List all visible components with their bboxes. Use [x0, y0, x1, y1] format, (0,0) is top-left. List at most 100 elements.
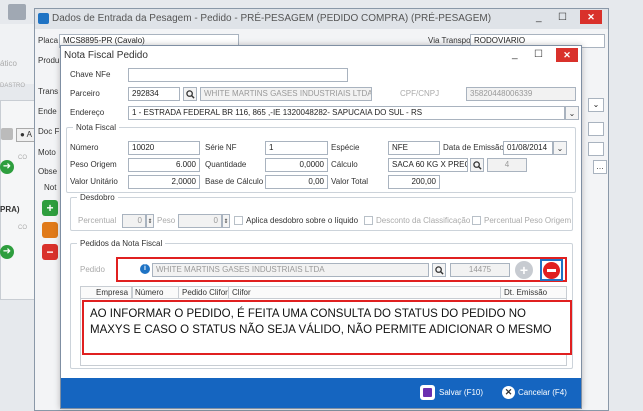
outer-add-icon[interactable]: + — [42, 200, 58, 216]
pedidos-legend: Pedidos da Nota Fiscal — [80, 239, 163, 248]
data-emissao-field[interactable]: 01/08/2014 — [503, 141, 553, 155]
dialog-title: Nota Fiscal Pedido — [64, 50, 148, 61]
outer-right-field-2[interactable] — [588, 122, 604, 136]
valor-unitario-field[interactable]: 2,0000 — [128, 175, 200, 189]
outer-app-icon — [38, 13, 49, 24]
serie-nf-label: Série NF — [205, 143, 237, 152]
pedido-label: Pedido — [80, 265, 105, 274]
endereco-select[interactable]: 1 - ESTRADA FEDERAL BR 116, 865 ,-IE 132… — [128, 106, 565, 120]
peso-spinner-icon[interactable]: ⇕ — [222, 214, 230, 228]
desdobro-legend: Desdobro — [80, 193, 115, 202]
column-header-pedido-clifor[interactable]: Pedido Clifor — [182, 287, 228, 299]
valor-unitario-label: Valor Unitário — [70, 177, 118, 186]
chave-nfe-field[interactable] — [128, 68, 348, 82]
parceiro-search-icon[interactable] — [183, 87, 197, 101]
col-divider — [500, 287, 501, 299]
quantidade-label: Quantidade — [205, 160, 247, 169]
percentual-peso-origem-checkbox[interactable] — [472, 216, 481, 225]
outer-right-field-3[interactable] — [588, 142, 604, 156]
col-divider — [228, 287, 229, 299]
annotation-box: AO INFORMAR O PEDIDO, É FEITA UMA CONSUL… — [82, 300, 572, 355]
valor-total-label: Valor Total — [331, 177, 369, 186]
outer-label-endereco: Ende — [38, 107, 57, 116]
pedido-info-icon: i — [140, 264, 150, 274]
app-menu-icon[interactable] — [8, 4, 26, 20]
col-divider — [178, 287, 179, 299]
calendar-chevron-down-icon[interactable]: ⌄ — [553, 141, 567, 155]
calculo-number-field: 4 — [487, 158, 527, 172]
parceiro-code-field[interactable]: 292834 — [128, 87, 180, 101]
outer-minimize-icon[interactable]: _ — [536, 12, 542, 23]
percentual-label: Percentual — [78, 216, 117, 225]
quantidade-field[interactable]: 0,0000 — [265, 158, 328, 172]
calculo-search-icon[interactable] — [470, 158, 484, 172]
outer-maximize-icon[interactable]: ☐ — [558, 12, 567, 23]
cancel-icon: ✕ — [502, 386, 515, 399]
bg-go-icon-2[interactable]: ➜ — [0, 245, 14, 259]
calculo-field[interactable]: SACA 60 KG X PRECO — [388, 158, 468, 172]
bg-label-co: CO — [18, 155, 27, 161]
endereco-label: Endereço — [70, 108, 105, 117]
aplica-desdobro-checkbox[interactable] — [234, 216, 243, 225]
outer-label-observacao: Obse — [38, 167, 58, 176]
outer-label-doc: Doc F — [38, 127, 60, 136]
dialog-minimize-icon[interactable]: _ — [512, 49, 518, 60]
especie-field[interactable]: NFE — [388, 141, 440, 155]
outer-right-field-1[interactable]: ⌄ — [588, 98, 604, 112]
chave-nfe-label: Chave NFe — [70, 70, 111, 79]
bg-button-a[interactable]: ● A — [16, 128, 36, 142]
base-calculo-field[interactable]: 0,00 — [265, 175, 328, 189]
calculo-label: Cálculo — [331, 160, 358, 169]
placa-label: Placa — [38, 36, 59, 45]
valor-total-field[interactable]: 200,00 — [388, 175, 440, 189]
percentual-field: 0 — [122, 214, 146, 228]
nota-fiscal-legend: Nota Fiscal — [76, 123, 117, 132]
column-header-empresa[interactable]: Empresa — [96, 287, 134, 299]
parceiro-label: Parceiro — [70, 89, 100, 98]
bg-label-atico: ático — [0, 59, 17, 68]
outer-label-transportador: Trans — [38, 87, 59, 96]
pedido-name-field: WHITE MARTINS GASES INDUSTRIAIS LTDA — [152, 263, 429, 277]
numero-label: Número — [70, 143, 99, 152]
salvar-label: Salvar (F10) — [439, 388, 484, 397]
outer-close-icon[interactable]: ✕ — [580, 10, 602, 24]
dialog-close-icon[interactable]: ✕ — [556, 48, 578, 62]
bg-go-icon[interactable]: ➜ — [0, 160, 14, 174]
cancelar-label: Cancelar (F4) — [518, 388, 567, 397]
peso-desdobro-label: Peso — [157, 216, 176, 225]
column-header-dt-emissao[interactable]: Dt. Emissão — [504, 287, 547, 299]
endereco-chevron-down-icon[interactable]: ⌄ — [565, 106, 579, 120]
annotation-text: AO INFORMAR O PEDIDO, É FEITA UMA CONSUL… — [90, 308, 552, 336]
dialog-maximize-icon[interactable]: ☐ — [534, 49, 543, 60]
percentual-spinner-icon[interactable]: ⇕ — [146, 214, 154, 228]
peso-origem-label: Peso Origem — [70, 160, 117, 169]
outer-remove-icon[interactable]: − — [42, 244, 58, 260]
outer-right-more-button[interactable]: … — [593, 160, 607, 174]
outer-window-title: Dados de Entrada da Pesagem - Pedido - P… — [52, 13, 492, 24]
pedido-number-field: 14475 — [450, 263, 510, 277]
save-icon — [420, 385, 435, 400]
bg-radio-button[interactable] — [1, 128, 13, 140]
numero-field[interactable]: 10020 — [128, 141, 200, 155]
parceiro-name-field: WHITE MARTINS GASES INDUSTRIAIS LTDA — [200, 87, 372, 101]
peso-origem-field[interactable]: 6.000 — [128, 158, 200, 172]
especie-label: Espécie — [331, 143, 360, 152]
desconto-classificacao-checkbox[interactable] — [364, 216, 373, 225]
cpf-cnpj-label: CPF/CNPJ — [400, 89, 440, 98]
aplica-desdobro-label: Aplica desdobro sobre o líquido — [246, 216, 359, 225]
pedido-search-icon[interactable] — [432, 263, 446, 277]
desconto-classificacao-label: Desconto da Classificação — [376, 216, 471, 225]
bg-label-co-2: CO — [18, 225, 27, 231]
add-pedido-icon[interactable]: + — [515, 261, 533, 279]
peso-desdobro-field: 0 — [178, 214, 222, 228]
serie-nf-field[interactable]: 1 — [265, 141, 328, 155]
remove-pedido-icon — [543, 262, 560, 279]
outer-label-produto: Produ — [38, 56, 60, 65]
data-emissao-label: Data de Emissão — [443, 143, 504, 152]
outer-edit-icon[interactable] — [42, 222, 58, 238]
bg-label-cadastro: DASTRO — [0, 83, 26, 89]
column-header-numero[interactable]: Número — [135, 287, 163, 299]
outer-label-notas: Not — [44, 183, 57, 192]
column-header-clifor[interactable]: Clifor — [232, 287, 251, 299]
bg-label-pra: PRA) — [0, 205, 20, 214]
